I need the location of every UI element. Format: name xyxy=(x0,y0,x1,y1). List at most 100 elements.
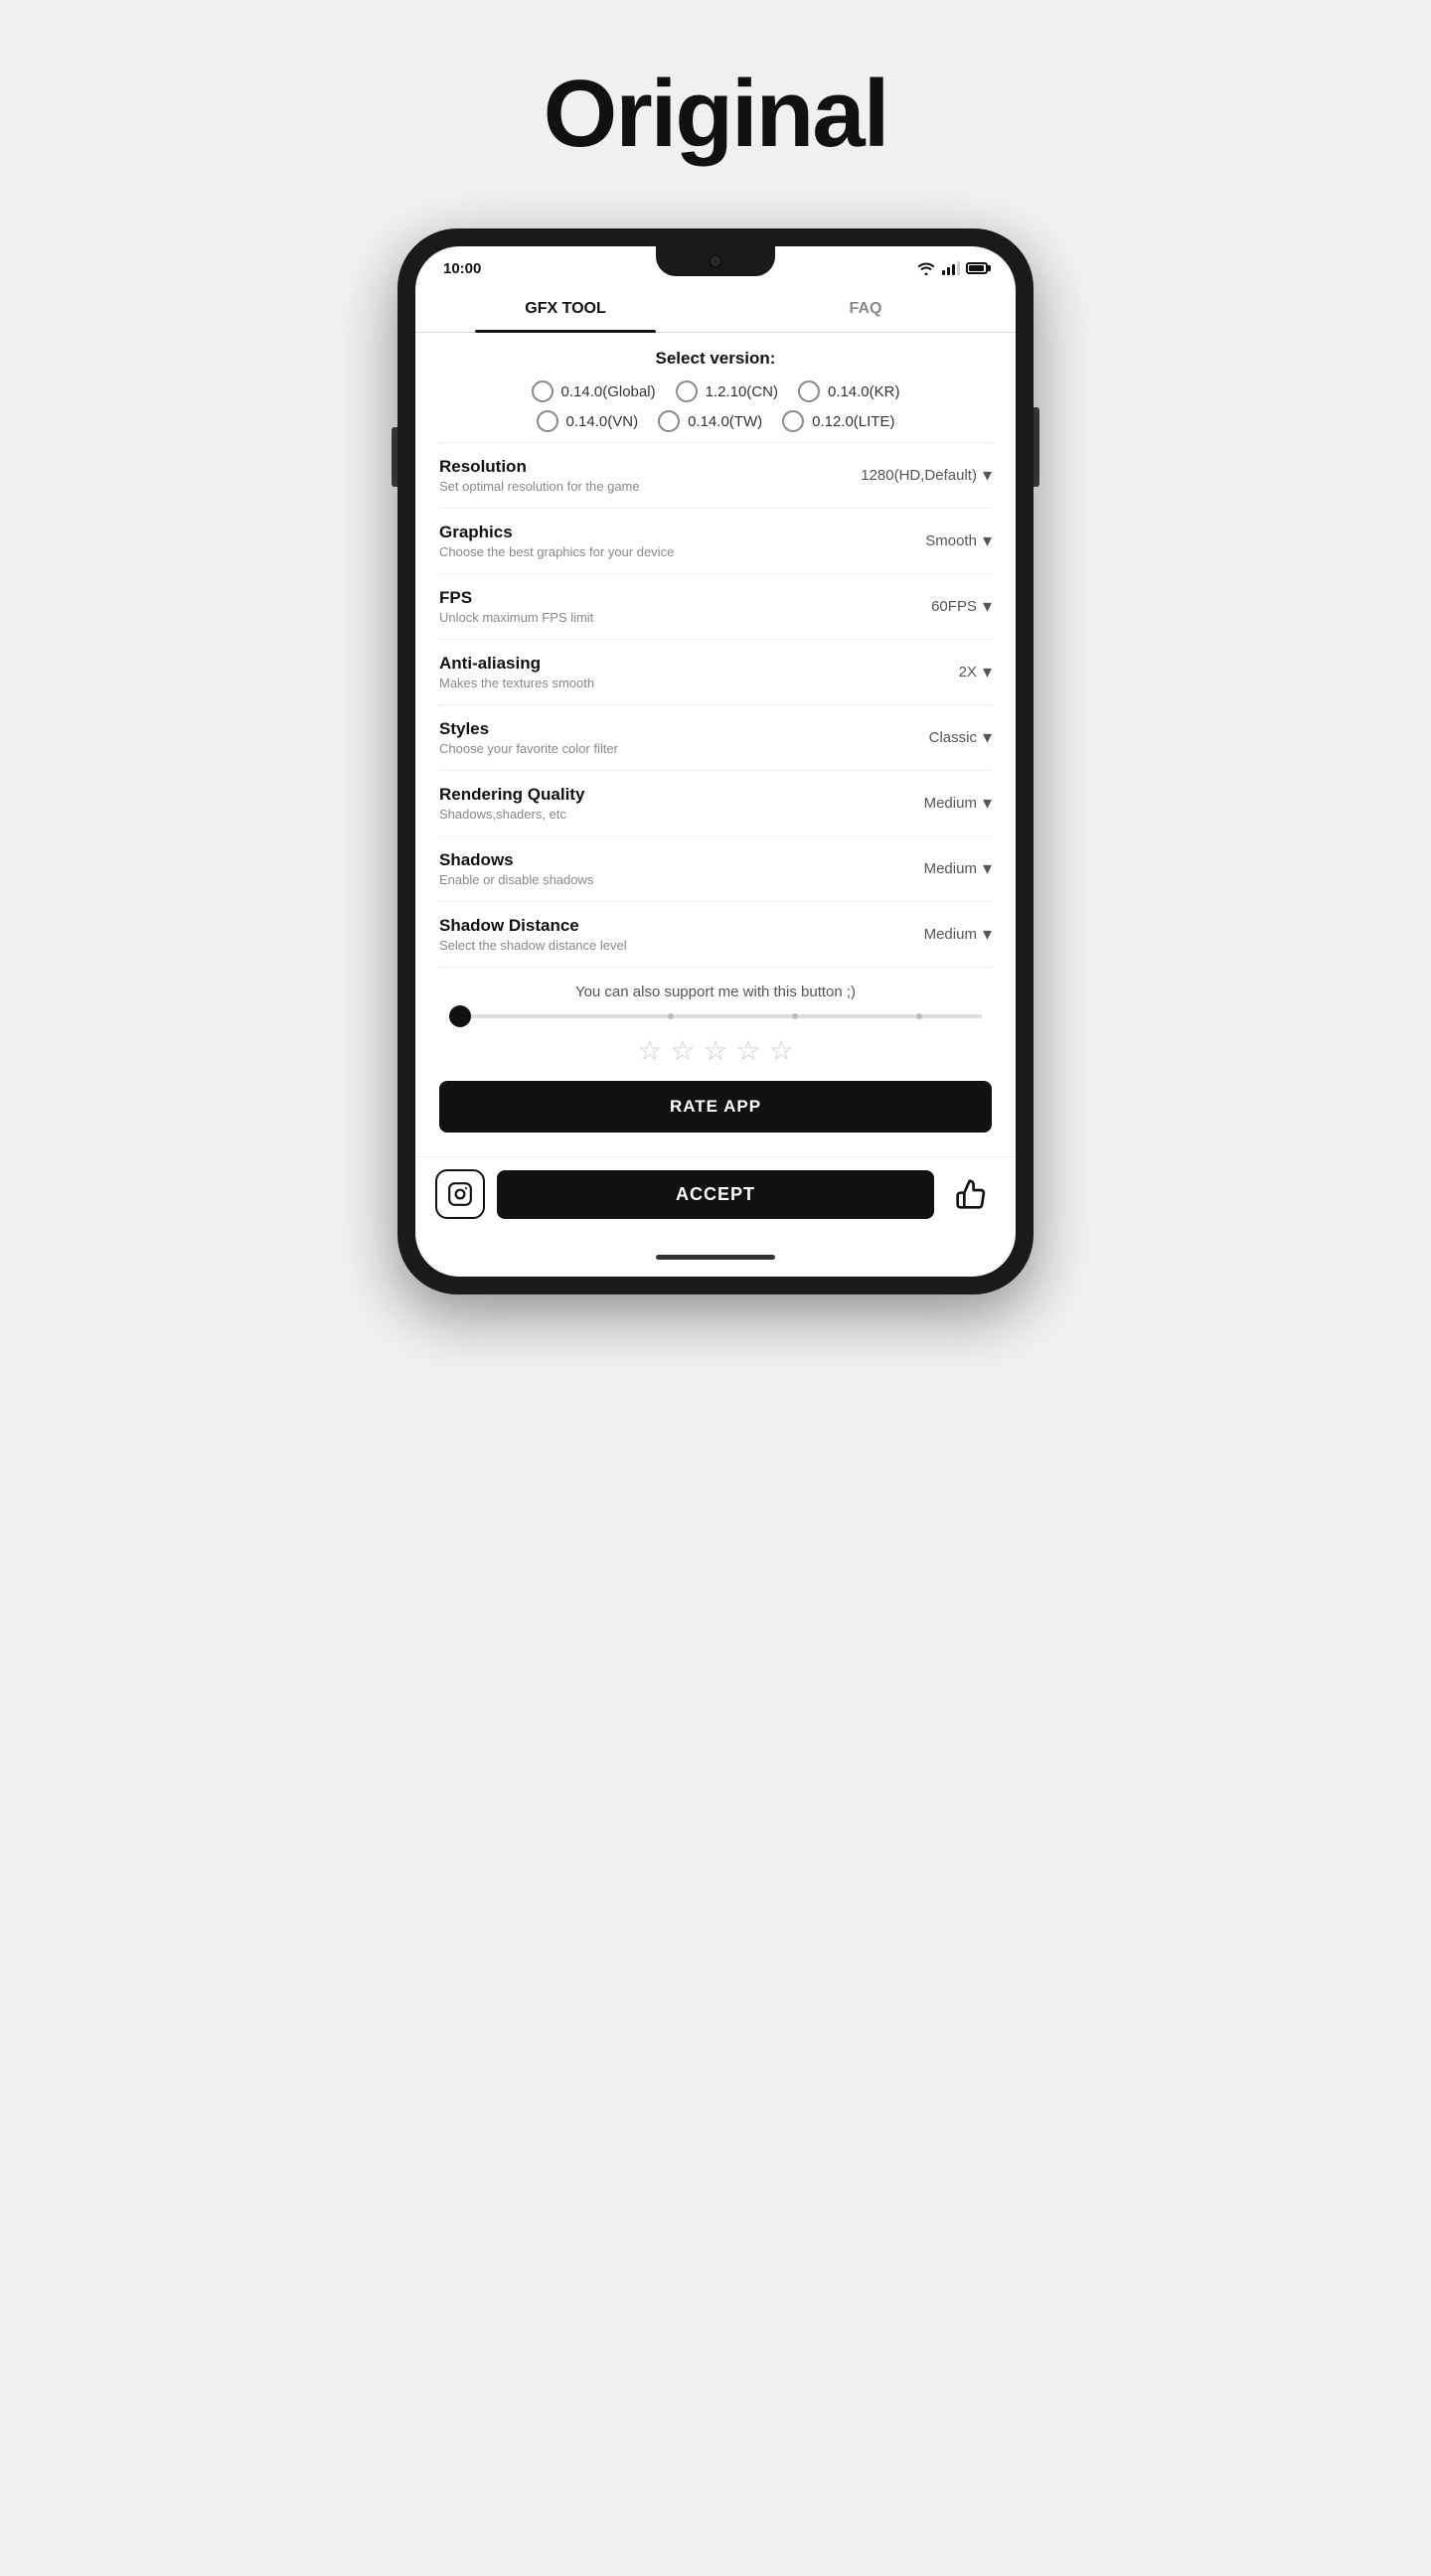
shadow-distance-dropdown-arrow: ▾ xyxy=(983,924,992,945)
version-label: Select version: xyxy=(439,349,992,369)
setting-value-rendering-quality[interactable]: Medium ▾ xyxy=(924,793,992,814)
main-content: Select version: 0.14.0(Global) 1.2.10(CN… xyxy=(415,333,1016,1156)
rate-app-button[interactable]: RATE APP xyxy=(439,1081,992,1133)
fps-value-text: 60FPS xyxy=(931,598,977,615)
setting-name-styles: Styles xyxy=(439,719,929,739)
setting-value-styles[interactable]: Classic ▾ xyxy=(929,727,992,748)
front-camera xyxy=(709,254,722,268)
setting-row-styles: Styles Choose your favorite color filter… xyxy=(439,705,992,771)
slider-dot-1 xyxy=(668,1013,674,1019)
version-row-2: 0.14.0(VN) 0.14.0(TW) 0.12.0(LITE) xyxy=(439,410,992,432)
graphics-dropdown-arrow: ▾ xyxy=(983,530,992,551)
resolution-value-text: 1280(HD,Default) xyxy=(861,467,977,484)
version-option-global[interactable]: 0.14.0(Global) xyxy=(532,380,656,402)
radio-kr[interactable] xyxy=(798,380,820,402)
setting-desc-shadows: Enable or disable shadows xyxy=(439,872,924,887)
setting-desc-rendering-quality: Shadows,shaders, etc xyxy=(439,807,924,822)
star-4[interactable]: ☆ xyxy=(736,1034,761,1067)
setting-info-anti-aliasing: Anti-aliasing Makes the textures smooth xyxy=(439,654,959,690)
support-section: You can also support me with this button… xyxy=(439,968,992,1156)
slider-dot-2 xyxy=(792,1013,798,1019)
app-tabs: GFX TOOL FAQ xyxy=(415,286,1016,333)
setting-value-resolution[interactable]: 1280(HD,Default) ▾ xyxy=(861,465,992,486)
status-icons xyxy=(916,261,988,275)
radio-lite[interactable] xyxy=(782,410,804,432)
setting-value-fps[interactable]: 60FPS ▾ xyxy=(931,596,992,617)
resolution-dropdown-arrow: ▾ xyxy=(983,465,992,486)
version-row-1: 0.14.0(Global) 1.2.10(CN) 0.14.0(KR) xyxy=(439,380,992,402)
phone-notch xyxy=(656,246,775,276)
setting-row-shadows: Shadows Enable or disable shadows Medium… xyxy=(439,836,992,902)
version-option-lite[interactable]: 0.12.0(LITE) xyxy=(782,410,894,432)
styles-dropdown-arrow: ▾ xyxy=(983,727,992,748)
setting-info-resolution: Resolution Set optimal resolution for th… xyxy=(439,457,861,494)
setting-info-fps: FPS Unlock maximum FPS limit xyxy=(439,588,931,625)
fps-dropdown-arrow: ▾ xyxy=(983,596,992,617)
radio-cn[interactable] xyxy=(676,380,698,402)
setting-row-resolution: Resolution Set optimal resolution for th… xyxy=(439,443,992,509)
star-3[interactable]: ☆ xyxy=(703,1034,727,1067)
setting-info-shadow-distance: Shadow Distance Select the shadow distan… xyxy=(439,916,924,953)
radio-tw[interactable] xyxy=(658,410,680,432)
version-label-tw: 0.14.0(TW) xyxy=(688,413,762,430)
setting-desc-fps: Unlock maximum FPS limit xyxy=(439,610,931,625)
support-text: You can also support me with this button… xyxy=(439,984,992,1000)
radio-vn[interactable] xyxy=(537,410,558,432)
star-2[interactable]: ☆ xyxy=(670,1034,695,1067)
setting-desc-shadow-distance: Select the shadow distance level xyxy=(439,938,924,953)
tab-gfx-tool[interactable]: GFX TOOL xyxy=(415,286,716,332)
tab-faq[interactable]: FAQ xyxy=(716,286,1016,332)
setting-info-shadows: Shadows Enable or disable shadows xyxy=(439,850,924,887)
setting-name-rendering-quality: Rendering Quality xyxy=(439,785,924,805)
setting-info-graphics: Graphics Choose the best graphics for yo… xyxy=(439,523,925,559)
battery-icon xyxy=(966,262,988,274)
version-label-vn: 0.14.0(VN) xyxy=(566,413,639,430)
setting-value-shadow-distance[interactable]: Medium ▾ xyxy=(924,924,992,945)
setting-desc-resolution: Set optimal resolution for the game xyxy=(439,479,861,494)
slider-track[interactable] xyxy=(449,1014,982,1018)
setting-desc-graphics: Choose the best graphics for your device xyxy=(439,544,925,559)
bottom-bar: ACCEPT xyxy=(415,1156,1016,1239)
radio-global[interactable] xyxy=(532,380,554,402)
setting-name-graphics: Graphics xyxy=(439,523,925,542)
setting-info-rendering-quality: Rendering Quality Shadows,shaders, etc xyxy=(439,785,924,822)
setting-value-graphics[interactable]: Smooth ▾ xyxy=(925,530,992,551)
thumbs-up-icon xyxy=(955,1178,987,1210)
version-option-vn[interactable]: 0.14.0(VN) xyxy=(537,410,639,432)
version-label-kr: 0.14.0(KR) xyxy=(828,383,900,400)
instagram-button[interactable] xyxy=(435,1169,485,1219)
wifi-icon xyxy=(916,261,936,275)
setting-name-fps: FPS xyxy=(439,588,931,608)
version-option-tw[interactable]: 0.14.0(TW) xyxy=(658,410,762,432)
stars-container[interactable]: ☆ ☆ ☆ ☆ ☆ xyxy=(439,1034,992,1067)
setting-desc-styles: Choose your favorite color filter xyxy=(439,741,929,756)
version-grid: 0.14.0(Global) 1.2.10(CN) 0.14.0(KR) xyxy=(439,380,992,432)
star-1[interactable]: ☆ xyxy=(637,1034,662,1067)
setting-row-graphics: Graphics Choose the best graphics for yo… xyxy=(439,509,992,574)
like-button[interactable] xyxy=(946,1169,996,1219)
version-option-kr[interactable]: 0.14.0(KR) xyxy=(798,380,900,402)
styles-value-text: Classic xyxy=(929,729,977,746)
signal-icon xyxy=(942,261,960,275)
setting-value-shadows[interactable]: Medium ▾ xyxy=(924,858,992,879)
slider-container[interactable] xyxy=(449,1014,982,1018)
instagram-icon xyxy=(447,1181,473,1207)
phone-frame: 10:00 xyxy=(398,228,1034,1294)
version-option-cn[interactable]: 1.2.10(CN) xyxy=(676,380,778,402)
home-bar xyxy=(656,1255,775,1260)
setting-value-anti-aliasing[interactable]: 2X ▾ xyxy=(959,662,992,682)
star-5[interactable]: ☆ xyxy=(769,1034,794,1067)
setting-info-styles: Styles Choose your favorite color filter xyxy=(439,719,929,756)
setting-name-anti-aliasing: Anti-aliasing xyxy=(439,654,959,674)
setting-desc-anti-aliasing: Makes the textures smooth xyxy=(439,676,959,690)
setting-row-rendering-quality: Rendering Quality Shadows,shaders, etc M… xyxy=(439,771,992,836)
shadows-dropdown-arrow: ▾ xyxy=(983,858,992,879)
page-title: Original xyxy=(544,60,888,169)
shadow-distance-value-text: Medium xyxy=(924,926,977,943)
home-indicator xyxy=(415,1239,1016,1277)
accept-button[interactable]: ACCEPT xyxy=(497,1170,934,1219)
version-section: Select version: 0.14.0(Global) 1.2.10(CN… xyxy=(439,333,992,443)
status-time: 10:00 xyxy=(443,260,481,277)
setting-row-fps: FPS Unlock maximum FPS limit 60FPS ▾ xyxy=(439,574,992,640)
slider-dot-3 xyxy=(916,1013,922,1019)
